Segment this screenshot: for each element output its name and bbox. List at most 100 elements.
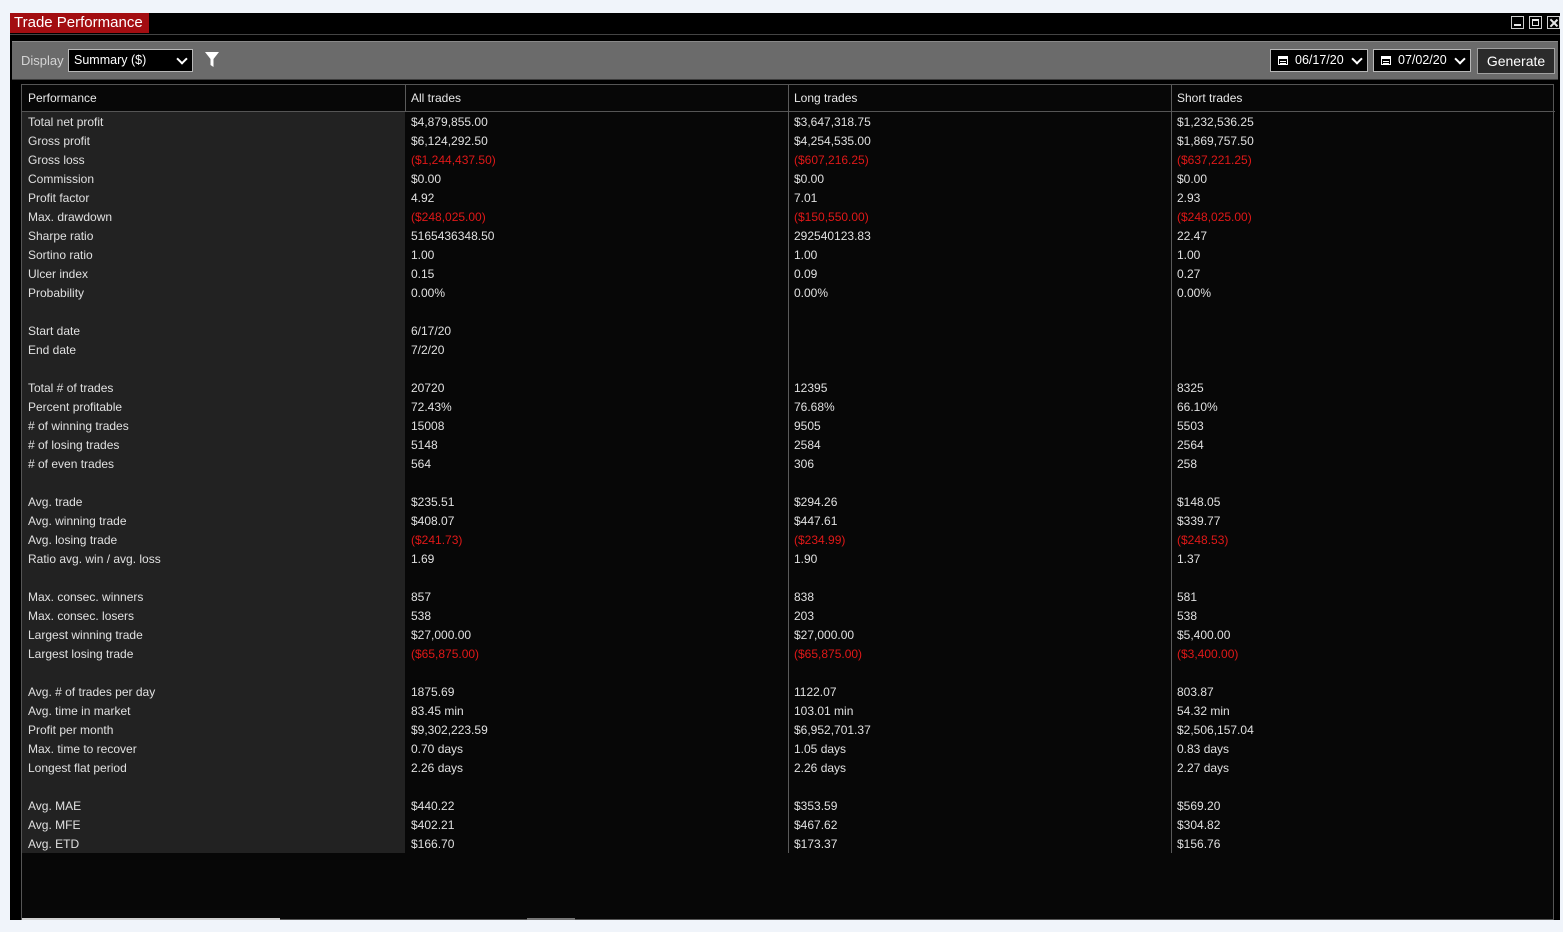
table-row[interactable]: Sortino ratio 1.00 1.00 1.00 [22, 246, 1555, 265]
long-trades-value: $467.62 [794, 818, 838, 832]
long-trades-value: 76.68% [794, 400, 835, 414]
long-trades-value: 103.01 min [794, 704, 854, 718]
all-trades-value: 7/2/20 [411, 343, 445, 357]
table-row[interactable] [22, 303, 1555, 322]
title-bar[interactable]: Trade Performance [10, 13, 1560, 35]
table-row[interactable] [22, 664, 1555, 683]
header-short-trades[interactable]: Short trades [1171, 85, 1554, 111]
table-row[interactable]: # of winning trades 15008 9505 5503 [22, 417, 1555, 436]
table-row[interactable]: Largest winning trade $27,000.00 $27,000.0… [22, 626, 1555, 645]
row-label [22, 778, 28, 797]
minimize-icon[interactable] [1511, 16, 1524, 29]
filter-icon[interactable] [205, 52, 219, 68]
table-row[interactable]: Probability 0.00% 0.00% 0.00% [22, 284, 1555, 303]
table-row[interactable]: Avg. losing trade ($241.73) ($234.99) ($248… [22, 531, 1555, 550]
short-trades-value [1171, 569, 1177, 588]
short-trades-value: 1.00 [1177, 248, 1201, 262]
table-row[interactable]: Commission $0.00 $0.00 $0.00 [22, 170, 1555, 189]
table-row[interactable]: Ratio avg. win / avg. loss 1.69 1.90 1.37 [22, 550, 1555, 569]
short-trades-value: $2,506,157.04 [1177, 723, 1254, 737]
long-trades-value: 1122.07 [794, 685, 837, 699]
generate-button[interactable]: Generate [1477, 48, 1555, 74]
all-trades-value: ($65,875.00) [411, 647, 480, 661]
date-to-value: 07/02/20 [1398, 53, 1447, 67]
table-row[interactable]: Largest losing trade ($65,875.00) ($65,875… [22, 645, 1555, 664]
table-row[interactable]: # of losing trades 5148 2584 2564 [22, 436, 1555, 455]
table-row[interactable]: Start date 6/17/20 [22, 322, 1555, 341]
table-row[interactable]: End date 7/2/20 [22, 341, 1555, 360]
long-trades-value: 1.90 [794, 552, 818, 566]
date-from-value: 06/17/20 [1295, 53, 1344, 67]
row-label: Max. consec. winners [28, 590, 144, 604]
short-trades-value [1171, 341, 1177, 360]
table-row[interactable]: Percent profitable 72.43% 76.68% 66.10% [22, 398, 1555, 417]
close-icon[interactable] [1547, 16, 1560, 29]
short-trades-value: 0.27 [1177, 267, 1201, 281]
performance-grid: Performance All trades Long trades Short… [21, 84, 1555, 920]
table-row[interactable]: Max. consec. losers 538 203 538 [22, 607, 1555, 626]
scrollbar-thumb[interactable] [527, 918, 575, 920]
date-from-picker[interactable]: 06/17/20 [1270, 49, 1368, 72]
toolbar: Display Summary ($) 06/17/20 07/02/20 Ge… [12, 41, 1558, 80]
table-row[interactable]: Profit factor 4.92 7.01 2.93 [22, 189, 1555, 208]
date-to-picker[interactable]: 07/02/20 [1373, 49, 1471, 72]
table-row[interactable]: Max. consec. winners 857 838 581 [22, 588, 1555, 607]
table-row[interactable]: Gross loss ($1,244,437.50) ($607,216.25) ($… [22, 151, 1555, 170]
table-row[interactable]: Avg. trade $235.51 $294.26 $148.05 [22, 493, 1555, 512]
display-select[interactable]: Summary ($) [68, 49, 193, 72]
long-trades-value: ($234.99) [794, 533, 846, 547]
header-long-trades[interactable]: Long trades [788, 85, 1171, 111]
table-row[interactable]: Max. time to recover 0.70 days 1.05 days 0.… [22, 740, 1555, 759]
all-trades-value: 5165436348.50 [411, 229, 495, 243]
table-row[interactable]: Avg. time in market 83.45 min 103.01 min 54… [22, 702, 1555, 721]
all-trades-value [405, 360, 411, 379]
table-row[interactable]: Longest flat period 2.26 days 2.26 days 2.2… [22, 759, 1555, 778]
maximize-icon[interactable] [1529, 16, 1542, 29]
header-all-trades[interactable]: All trades [405, 85, 788, 111]
row-label: Commission [28, 172, 95, 186]
table-row[interactable] [22, 569, 1555, 588]
table-row[interactable]: Max. drawdown ($248,025.00) ($150,550.00) (… [22, 208, 1555, 227]
short-trades-value: 22.47 [1177, 229, 1208, 243]
horizontal-scrollbar[interactable] [22, 918, 280, 920]
table-row[interactable]: Avg. MFE $402.21 $467.62 $304.82 [22, 816, 1555, 835]
table-row[interactable]: Avg. # of trades per day 1875.69 1122.07 80… [22, 683, 1555, 702]
all-trades-value: $402.21 [411, 818, 455, 832]
long-trades-value: $3,647,318.75 [794, 115, 871, 129]
short-trades-value: 2564 [1177, 438, 1204, 452]
table-row[interactable]: Avg. MAE $440.22 $353.59 $569.20 [22, 797, 1555, 816]
table-row[interactable]: Total net profit $4,879,855.00 $3,647,318.… [22, 113, 1555, 132]
long-trades-value [788, 664, 794, 683]
table-row[interactable]: Sharpe ratio 5165436348.50 292540123.83 22.… [22, 227, 1555, 246]
table-row[interactable] [22, 474, 1555, 493]
trade-performance-window: Trade Performance Display Summary ($) 06… [10, 13, 1560, 920]
row-label: End date [28, 343, 77, 357]
row-label [22, 360, 28, 379]
short-trades-value: 66.10% [1177, 400, 1218, 414]
table-row[interactable]: # of even trades 564 306 258 [22, 455, 1555, 474]
calendar-icon [1381, 56, 1391, 65]
all-trades-value: ($1,244,437.50) [411, 153, 496, 167]
long-trades-value: $27,000.00 [794, 628, 855, 642]
table-row[interactable]: Ulcer index 0.15 0.09 0.27 [22, 265, 1555, 284]
short-trades-value: $1,232,536.25 [1177, 115, 1254, 129]
row-label: Total net profit [28, 115, 104, 129]
row-label: Sortino ratio [28, 248, 93, 262]
table-row[interactable] [22, 360, 1555, 379]
table-row[interactable]: Avg. winning trade $408.07 $447.61 $339.77 [22, 512, 1555, 531]
all-trades-value [405, 474, 411, 493]
row-label [22, 569, 28, 588]
table-row[interactable]: Total # of trades 20720 12395 8325 [22, 379, 1555, 398]
short-trades-value: 1.37 [1177, 552, 1201, 566]
all-trades-value: $27,000.00 [411, 628, 472, 642]
row-label: Max. consec. losers [28, 609, 135, 623]
short-trades-value: 538 [1177, 609, 1198, 623]
table-row[interactable]: Avg. ETD $166.70 $173.37 $156.76 [22, 835, 1555, 854]
header-performance[interactable]: Performance [22, 85, 405, 111]
table-row[interactable]: Profit per month $9,302,223.59 $6,952,701.… [22, 721, 1555, 740]
row-label: Avg. time in market [28, 704, 131, 718]
row-label: Largest winning trade [28, 628, 143, 642]
table-row[interactable] [22, 778, 1555, 797]
long-trades-value: ($607,216.25) [794, 153, 869, 167]
table-row[interactable]: Gross profit $6,124,292.50 $4,254,535.00 $1… [22, 132, 1555, 151]
